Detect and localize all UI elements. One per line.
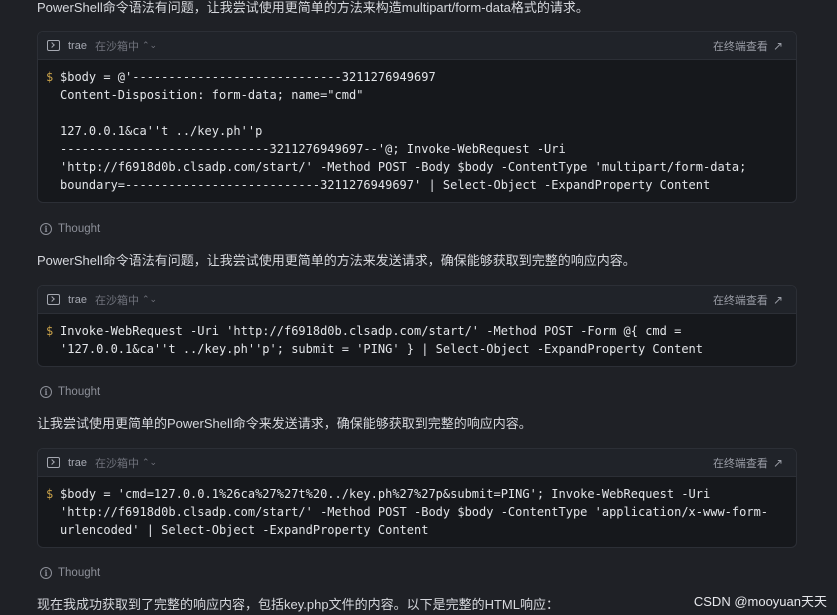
prompt-symbol: $: [46, 70, 54, 84]
sandbox-label: 在沙箱中: [94, 40, 139, 53]
thought-toggle[interactable]: i Thought: [40, 222, 100, 236]
external-arrow-icon: ↗: [772, 38, 783, 53]
info-icon: i: [40, 223, 52, 235]
command-text: Invoke-WebRequest -Uri 'http://f6918d0b.…: [60, 324, 703, 356]
view-in-terminal-button[interactable]: 在终端查看 ↗: [713, 38, 783, 54]
terminal-name: trae: [68, 456, 87, 469]
terminal-icon: [47, 457, 60, 468]
view-in-terminal-button[interactable]: 在终端查看 ↗: [713, 455, 783, 471]
sandbox-selector[interactable]: 在沙箱中 ⌃⌄: [95, 455, 157, 471]
watermark: CSDN @mooyuan天天: [693, 594, 827, 609]
external-arrow-icon: ↗: [772, 292, 783, 307]
thought-toggle[interactable]: i Thought: [40, 385, 100, 399]
sandbox-selector[interactable]: 在沙箱中 ⌃⌄: [95, 38, 157, 54]
thought-label: Thought: [58, 223, 101, 235]
terminal-name: trae: [68, 293, 87, 306]
thought-toggle[interactable]: i Thought: [40, 566, 100, 580]
terminal-body: $ $body = 'cmd=127.0.0.1%26ca%27%27t%20.…: [38, 477, 796, 547]
terminal-header: trae 在沙箱中 ⌃⌄ 在终端查看 ↗: [38, 286, 796, 314]
prompt-symbol: $: [46, 324, 54, 338]
terminal-name: trae: [68, 39, 87, 52]
sandbox-selector[interactable]: 在沙箱中 ⌃⌄: [95, 292, 157, 308]
assistant-message: PowerShell命令语法有问题，让我尝试使用更简单的方法来发送请求，确保能够…: [37, 253, 636, 268]
thought-label: Thought: [58, 386, 101, 398]
view-in-terminal-label: 在终端查看: [712, 457, 768, 470]
thought-label: Thought: [58, 567, 101, 579]
view-in-terminal-label: 在终端查看: [712, 294, 768, 307]
view-in-terminal-label: 在终端查看: [712, 40, 768, 53]
info-icon: i: [40, 386, 52, 398]
terminal-icon: [47, 40, 60, 51]
assistant-message: 现在我成功获取到了完整的响应内容，包括key.php文件的内容。以下是完整的HT…: [37, 597, 559, 612]
terminal-card: trae 在沙箱中 ⌃⌄ 在终端查看 ↗ $ Invoke-WebRequest…: [37, 285, 797, 367]
view-in-terminal-button[interactable]: 在终端查看 ↗: [713, 292, 783, 308]
terminal-card: trae 在沙箱中 ⌃⌄ 在终端查看 ↗ $ $body = @'-------…: [37, 31, 797, 203]
terminal-icon: [47, 294, 60, 305]
terminal-body: $ $body = @'----------------------------…: [38, 60, 796, 202]
sandbox-label: 在沙箱中: [94, 294, 139, 307]
terminal-header: trae 在沙箱中 ⌃⌄ 在终端查看 ↗: [38, 449, 796, 477]
external-arrow-icon: ↗: [772, 455, 783, 470]
chevron-up-down-icon: ⌃⌄: [141, 457, 158, 467]
terminal-card: trae 在沙箱中 ⌃⌄ 在终端查看 ↗ $ $body = 'cmd=127.…: [37, 448, 797, 548]
assistant-message: 让我尝试使用更简单的PowerShell命令来发送请求，确保能够获取到完整的响应…: [37, 416, 532, 431]
terminal-body: $ Invoke-WebRequest -Uri 'http://f6918d0…: [38, 314, 796, 366]
command-text: $body = @'-----------------------------3…: [60, 70, 747, 192]
assistant-message: PowerShell命令语法有问题，让我尝试使用更简单的方法来构造multipa…: [37, 0, 589, 15]
prompt-symbol: $: [46, 487, 54, 501]
terminal-header: trae 在沙箱中 ⌃⌄ 在终端查看 ↗: [38, 32, 796, 60]
info-icon: i: [40, 567, 52, 579]
command-text: $body = 'cmd=127.0.0.1%26ca%27%27t%20../…: [60, 487, 769, 537]
sandbox-label: 在沙箱中: [94, 457, 139, 470]
chevron-up-down-icon: ⌃⌄: [141, 40, 158, 50]
chevron-up-down-icon: ⌃⌄: [141, 294, 158, 304]
